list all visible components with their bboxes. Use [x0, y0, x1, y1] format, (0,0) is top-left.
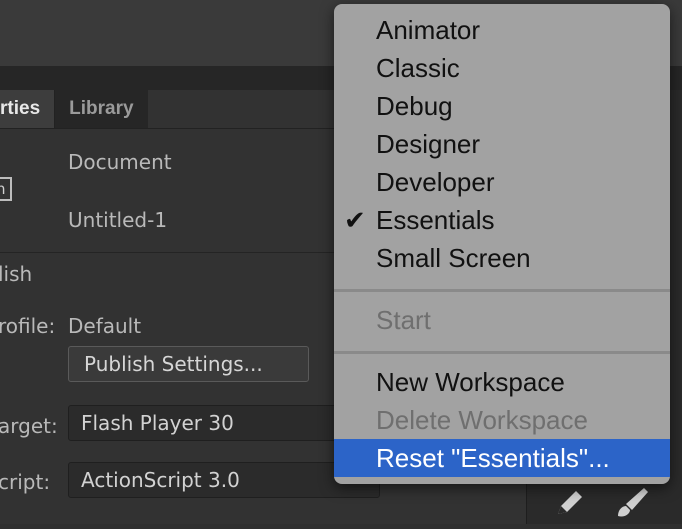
menu-item-delete-workspace: Delete Workspace: [376, 405, 588, 435]
menu-item-reset-essentials[interactable]: Reset "Essentials"...: [334, 439, 670, 477]
document-type-label: Document: [68, 150, 172, 174]
target-label: arget:: [0, 414, 58, 438]
script-label: cript:: [0, 470, 51, 494]
document-name: Untitled-1: [68, 208, 168, 232]
tab-properties[interactable]: rties: [0, 90, 56, 128]
publish-settings-button[interactable]: Publish Settings...: [68, 346, 309, 382]
menu-item-essentials-row[interactable]: ✔ Essentials: [334, 201, 670, 239]
menu-separator: [334, 351, 670, 354]
profile-label: rofile:: [0, 314, 56, 338]
menu-item-designer[interactable]: Designer: [334, 125, 670, 163]
menu-item-developer[interactable]: Developer: [334, 163, 670, 201]
brush-icon[interactable]: [612, 484, 652, 529]
workspace-menu: Animator Classic Debug Designer Develope…: [334, 4, 670, 484]
panel-tabs: rties Library: [0, 90, 148, 128]
document-icon: n: [0, 177, 12, 201]
menu-item-animator[interactable]: Animator: [334, 11, 670, 49]
menu-item-classic[interactable]: Classic: [334, 49, 670, 87]
profile-value: Default: [68, 314, 142, 338]
menu-item-small-screen[interactable]: Small Screen: [334, 239, 670, 277]
menu-item-essentials: Essentials: [376, 205, 495, 235]
pencil-icon[interactable]: [552, 484, 588, 529]
tab-library[interactable]: Library: [55, 90, 148, 128]
publish-section-title: lish: [0, 262, 33, 286]
menu-item-start: Start: [376, 305, 431, 335]
menu-item-new-workspace[interactable]: New Workspace: [334, 363, 670, 401]
menu-separator: [334, 289, 670, 292]
menu-item-debug[interactable]: Debug: [334, 87, 670, 125]
